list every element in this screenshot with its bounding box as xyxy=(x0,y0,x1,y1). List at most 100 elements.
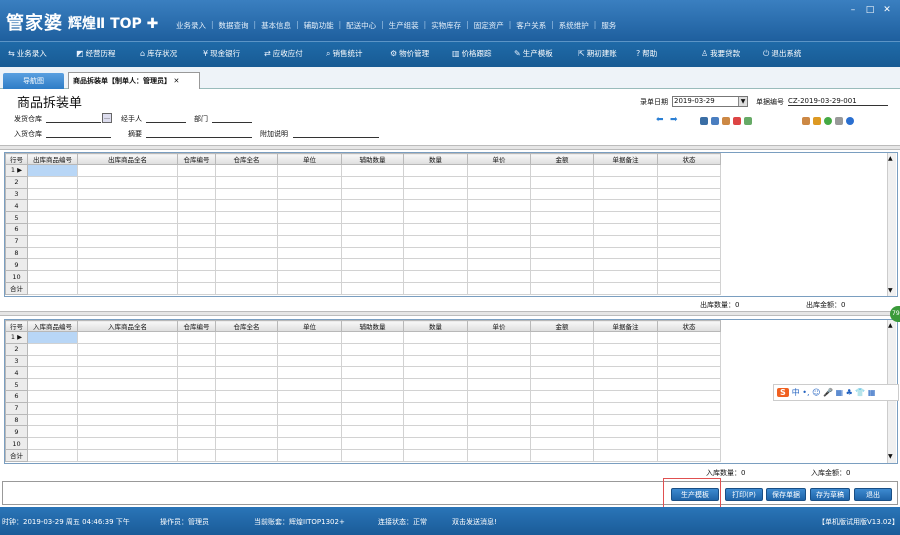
grid-cell[interactable] xyxy=(215,270,278,283)
table-row[interactable]: 5 xyxy=(5,378,721,391)
grid-cell[interactable] xyxy=(657,378,721,391)
grid-cell[interactable] xyxy=(530,222,594,236)
grid-cell[interactable] xyxy=(403,413,468,427)
grid-cell[interactable] xyxy=(27,270,78,283)
table-row[interactable]: 9 xyxy=(5,425,721,439)
grid-cell[interactable] xyxy=(467,366,531,380)
grid-cell[interactable] xyxy=(593,211,658,224)
user-icon[interactable] xyxy=(813,117,821,125)
grid-cell[interactable] xyxy=(530,246,594,260)
column-header[interactable]: 单价 xyxy=(467,153,531,165)
grid-cell[interactable] xyxy=(657,175,721,189)
grid-cell[interactable] xyxy=(27,222,78,236)
grid-cell[interactable] xyxy=(77,389,178,403)
grid-cell[interactable] xyxy=(215,366,278,380)
grid-cell[interactable] xyxy=(657,258,721,272)
grid-cell[interactable] xyxy=(215,175,278,189)
grid-cell[interactable] xyxy=(530,354,594,368)
grid-cell[interactable] xyxy=(277,389,342,403)
grid-cell[interactable] xyxy=(403,187,468,201)
side-badge[interactable]: 79 xyxy=(890,306,900,322)
summary-field[interactable] xyxy=(146,129,252,138)
grid-cell[interactable] xyxy=(530,366,594,380)
table-row[interactable]: 1 ▶ xyxy=(5,164,721,177)
grid-cell[interactable] xyxy=(27,413,78,427)
in-warehouse-field[interactable] xyxy=(46,129,111,138)
grid-cell[interactable] xyxy=(77,342,178,356)
grid-cell[interactable] xyxy=(77,401,178,415)
toolbar-button[interactable]: ▥ 价格跟踪 xyxy=(452,48,492,59)
save-draft-button[interactable]: 存为草稿 xyxy=(810,488,850,501)
grid-cell[interactable] xyxy=(593,437,658,450)
out-warehouse-field[interactable] xyxy=(46,114,101,123)
grid-cell[interactable] xyxy=(657,342,721,356)
grid-cell[interactable] xyxy=(467,425,531,439)
note-field[interactable] xyxy=(293,129,379,138)
grid-cell[interactable] xyxy=(467,401,531,415)
grid-cell[interactable] xyxy=(277,187,342,201)
toolbar-button[interactable]: ⌂ 库存状况 xyxy=(140,48,177,59)
grid-cell[interactable] xyxy=(593,389,658,403)
grid-cell[interactable] xyxy=(277,211,342,224)
grid-cell[interactable] xyxy=(593,378,658,391)
save-button[interactable]: 保存单据 xyxy=(766,488,806,501)
grid-cell[interactable] xyxy=(403,425,468,439)
grid-cell[interactable] xyxy=(277,164,342,177)
grid-cell[interactable] xyxy=(215,401,278,415)
grid-cell[interactable] xyxy=(530,199,594,213)
grid-cell[interactable] xyxy=(657,389,721,403)
grid-cell[interactable] xyxy=(657,164,721,177)
grid-cell[interactable] xyxy=(341,246,404,260)
grid-cell[interactable] xyxy=(467,413,531,427)
grid-cell[interactable] xyxy=(467,211,531,224)
department-field[interactable] xyxy=(212,114,252,123)
handler-field[interactable] xyxy=(146,114,186,123)
column-header[interactable]: 仓库全名 xyxy=(215,320,278,332)
nav-item[interactable]: 固定资产 xyxy=(470,20,508,31)
browse-icon[interactable]: … xyxy=(102,113,112,123)
grid-cell[interactable] xyxy=(77,246,178,260)
minimize-button[interactable]: – xyxy=(846,4,860,16)
grid-cell[interactable] xyxy=(657,366,721,380)
grid-cell[interactable] xyxy=(77,366,178,380)
grid-cell[interactable] xyxy=(403,199,468,213)
grid-cell[interactable] xyxy=(177,246,216,260)
grid-cell[interactable] xyxy=(657,211,721,224)
grid-cell[interactable] xyxy=(403,366,468,380)
grid-cell[interactable] xyxy=(467,342,531,356)
nav-item[interactable]: 配送中心 xyxy=(342,20,380,31)
grid-cell[interactable] xyxy=(341,331,404,344)
grid-cell[interactable] xyxy=(467,222,531,236)
grid-cell[interactable] xyxy=(341,401,404,415)
table-row[interactable]: 10 xyxy=(5,270,721,283)
grid-cell[interactable] xyxy=(341,413,404,427)
grid-cell[interactable] xyxy=(467,175,531,189)
grid-cell[interactable] xyxy=(277,366,342,380)
tab-close-icon[interactable]: ✕ xyxy=(173,77,179,85)
grid-cell[interactable] xyxy=(27,378,78,391)
grid-cell[interactable] xyxy=(27,425,78,439)
column-header[interactable]: 金额 xyxy=(530,153,594,165)
table-row[interactable]: 7 xyxy=(5,401,721,415)
grid-cell[interactable] xyxy=(277,234,342,248)
column-header[interactable]: 仓库编号 xyxy=(177,320,216,332)
grid-cell[interactable] xyxy=(277,258,342,272)
table-row[interactable]: 6 xyxy=(5,389,721,403)
grid-cell[interactable] xyxy=(593,258,658,272)
grid-cell[interactable] xyxy=(77,437,178,450)
grid-cell[interactable] xyxy=(277,222,342,236)
nav-item[interactable]: 实物库存 xyxy=(427,20,465,31)
toolbar-button[interactable]: ♙ 我要贷款 xyxy=(701,48,740,59)
grid-cell[interactable] xyxy=(27,366,78,380)
status-message[interactable]: 双击发送消息! xyxy=(452,517,497,527)
toolbar-button[interactable]: ✎ 生产模板 xyxy=(514,48,553,59)
grid-cell[interactable] xyxy=(277,354,342,368)
grid-cell[interactable] xyxy=(27,234,78,248)
grid-cell[interactable] xyxy=(403,378,468,391)
grid-cell[interactable] xyxy=(27,211,78,224)
grid-cell[interactable] xyxy=(403,222,468,236)
grid-cell[interactable] xyxy=(177,437,216,450)
grid-cell[interactable] xyxy=(27,258,78,272)
grid-cell[interactable] xyxy=(530,187,594,201)
table-row[interactable]: 2 xyxy=(5,342,721,356)
